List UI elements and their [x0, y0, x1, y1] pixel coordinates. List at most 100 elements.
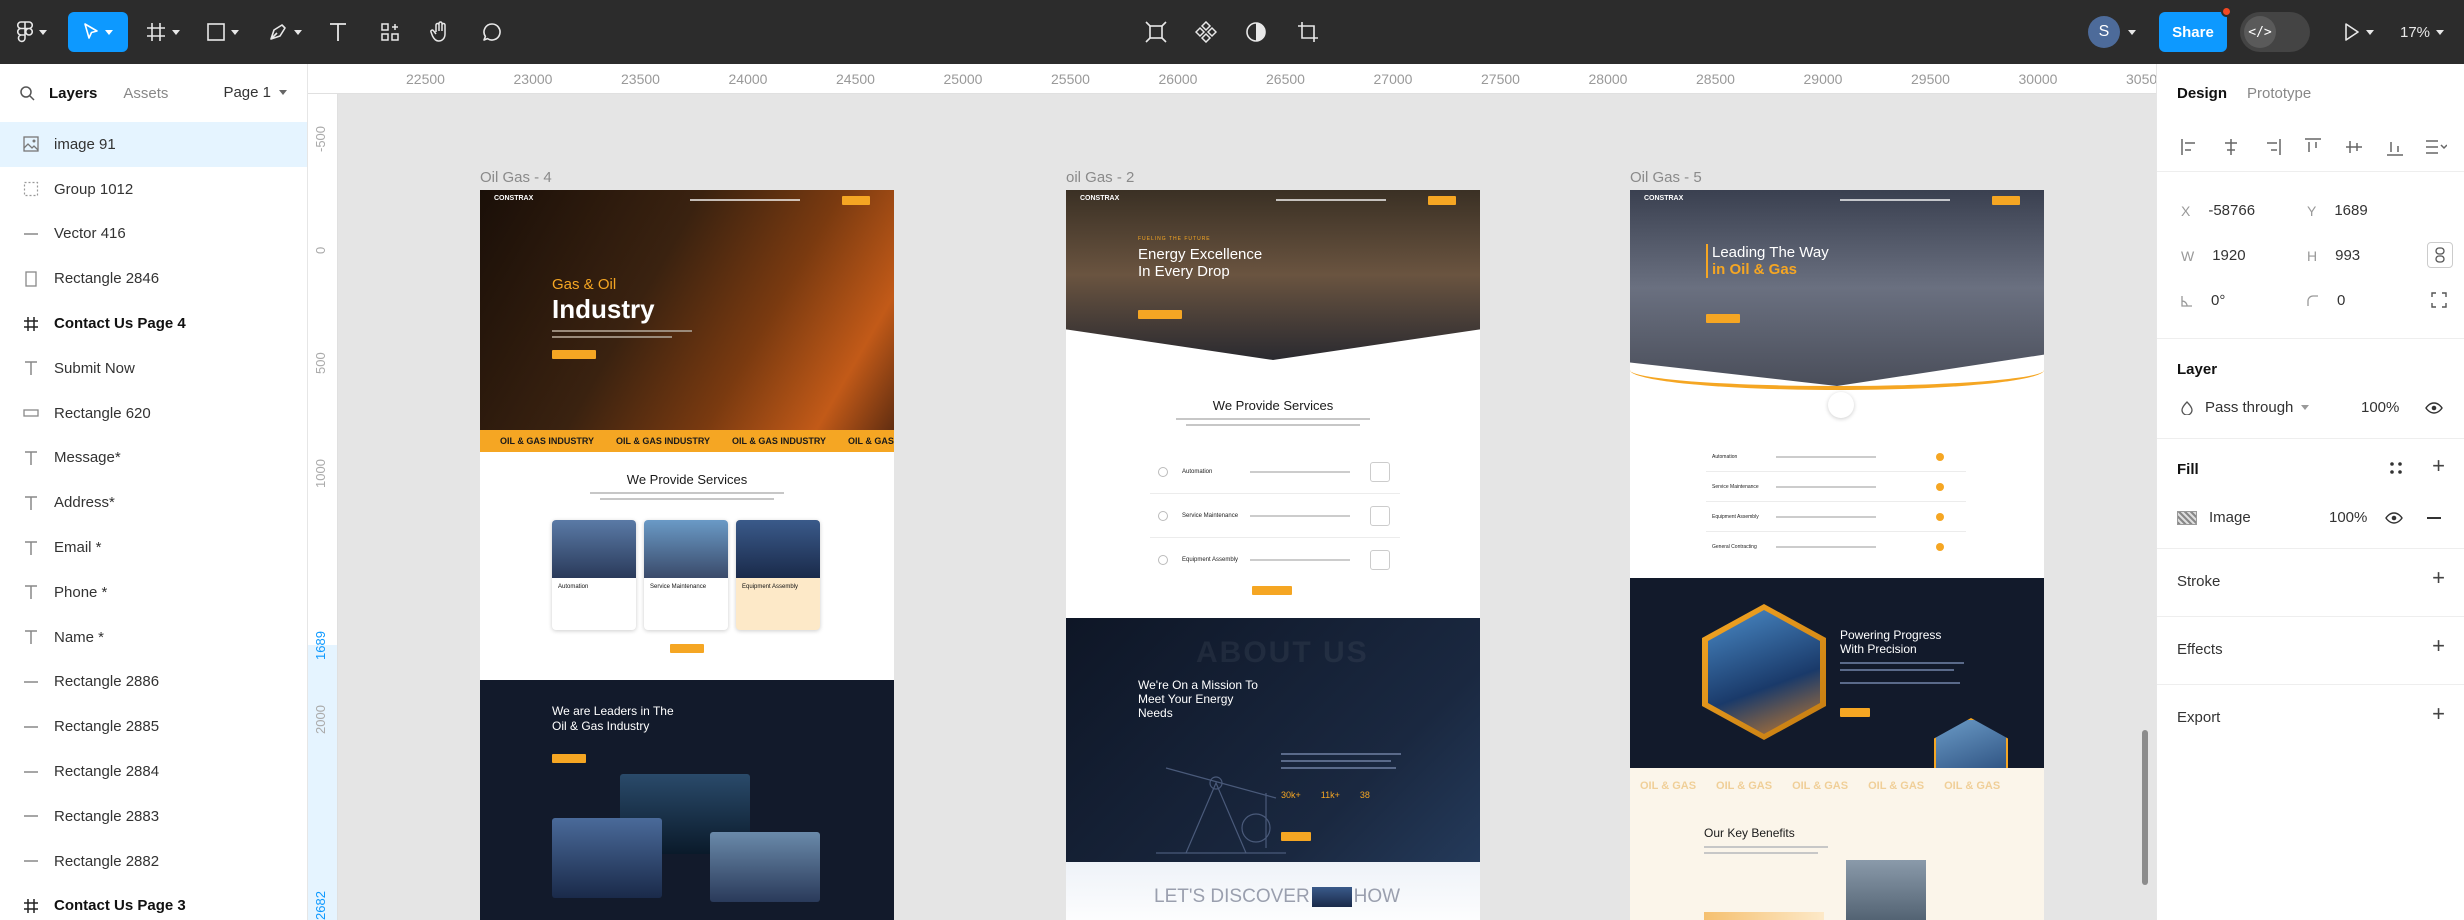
design-canvas[interactable]: Oil Gas - 4 CONSTRAX Gas & Oil Industry …	[338, 94, 2156, 920]
blend-mode-select[interactable]: Pass through	[2181, 399, 2310, 416]
frame-title-oil-gas-4[interactable]: Oil Gas - 4	[480, 169, 552, 186]
present-button[interactable]	[2334, 12, 2384, 52]
service-arrow-icon	[1936, 482, 1944, 491]
comment-tool-button[interactable]	[474, 12, 510, 52]
frame-title-oil-gas-2[interactable]: oil Gas - 2	[1066, 169, 1134, 186]
rotation-field[interactable]: 0°	[2181, 292, 2301, 309]
layer-item[interactable]: Rectangle 2886	[0, 660, 307, 705]
frame-title-oil-gas-5[interactable]: Oil Gas - 5	[1630, 169, 1702, 186]
user-avatar[interactable]: S	[2088, 16, 2120, 48]
crop-frame-button[interactable]	[1138, 12, 1174, 52]
tab-assets[interactable]: Assets	[123, 85, 168, 102]
layer-opacity[interactable]: 100%	[2361, 399, 2399, 416]
resources-button[interactable]	[372, 12, 408, 52]
service-text	[1776, 485, 1876, 488]
eye-icon[interactable]	[2425, 401, 2443, 419]
width-field[interactable]: W 1920	[2181, 247, 2301, 264]
layer-item[interactable]: Address*	[0, 480, 307, 525]
nav-links	[690, 199, 800, 201]
constrain-proportions-button[interactable]	[2427, 242, 2453, 268]
layer-item[interactable]: Message*	[0, 436, 307, 481]
layer-item[interactable]: Rectangle 2885	[0, 704, 307, 749]
chevron-down-icon	[231, 29, 239, 35]
service-bullet-icon	[1158, 466, 1168, 477]
pen-tool-button[interactable]	[262, 12, 308, 52]
styles-grid-icon[interactable]	[2389, 461, 2403, 480]
ruler-tick-label: 27000	[1373, 71, 1413, 87]
dev-mode-toggle[interactable]: </>	[2240, 12, 2310, 52]
align-right-icon[interactable]	[2259, 138, 2285, 155]
layer-item[interactable]: Rectangle 2883	[0, 794, 307, 839]
main-menu-button[interactable]	[10, 12, 54, 52]
chevron-down-icon	[105, 29, 113, 35]
service-row: Equipment Assembly	[1706, 502, 1966, 532]
add-export-icon[interactable]: +	[2432, 701, 2445, 727]
layer-item[interactable]: Group 1012	[0, 167, 307, 212]
nav-cta	[1428, 196, 1456, 205]
layer-item[interactable]: Rectangle 2884	[0, 749, 307, 794]
y-field[interactable]: Y 1689	[2307, 202, 2427, 219]
w-value: 1920	[2212, 247, 2246, 264]
add-stroke-icon[interactable]: +	[2432, 565, 2445, 591]
tab-design[interactable]: Design	[2177, 85, 2227, 102]
ruler-tick-label: 3050	[2126, 71, 2156, 87]
shape-tool-button[interactable]	[200, 12, 246, 52]
frame-tool-button[interactable]	[140, 12, 186, 52]
layer-item[interactable]: Rectangle 2882	[0, 839, 307, 884]
align-top-icon[interactable]	[2300, 137, 2326, 156]
hand-tool-button[interactable]	[422, 12, 458, 52]
layer-item[interactable]: Phone *	[0, 570, 307, 615]
text-tool-button[interactable]	[320, 12, 356, 52]
frame-oil-gas-2[interactable]: CONSTRAX FUELING THE FUTURE Energy Excel…	[1066, 190, 1480, 920]
layer-item[interactable]: Name *	[0, 615, 307, 660]
page-selector[interactable]: Page 1	[223, 84, 287, 101]
align-bottom-icon[interactable]	[2382, 138, 2408, 156]
discover-text: LET'S DISCOVER	[1154, 886, 1310, 907]
add-fill-icon[interactable]: +	[2432, 453, 2445, 479]
fill-row[interactable]: Image	[2177, 509, 2251, 526]
component-button[interactable]	[1188, 12, 1224, 52]
hero-cta	[552, 350, 596, 359]
search-icon[interactable]	[20, 85, 35, 101]
toolbar: S Share </> 17%	[0, 0, 2464, 64]
layer-item[interactable]: Contact Us Page 4	[0, 301, 307, 346]
share-button[interactable]: Share	[2159, 12, 2227, 52]
height-field[interactable]: H 993	[2307, 247, 2427, 264]
zoom-menu[interactable]: 17%	[2400, 12, 2445, 52]
fill-eye-icon[interactable]	[2385, 511, 2403, 529]
tab-layers[interactable]: Layers	[49, 85, 97, 102]
layer-item[interactable]: image 91	[0, 122, 307, 167]
stat-value: 30k+	[1281, 790, 1301, 800]
fill-opacity[interactable]: 100%	[2329, 509, 2367, 526]
layer-item[interactable]: Vector 416	[0, 212, 307, 257]
x-field[interactable]: X -58766	[2181, 202, 2301, 219]
ruler-tick-label: 500	[313, 352, 328, 374]
align-center-vertical-icon[interactable]	[2341, 138, 2367, 156]
canvas-scrollbar[interactable]	[2142, 730, 2148, 885]
move-tool-button[interactable]	[68, 12, 128, 52]
layer-item[interactable]: Rectangle 620	[0, 391, 307, 436]
tab-prototype[interactable]: Prototype	[2247, 85, 2311, 102]
crop-button[interactable]	[1290, 12, 1326, 52]
align-left-icon[interactable]	[2177, 138, 2203, 155]
rectangle-wide-icon	[22, 409, 40, 417]
layer-item[interactable]: Email *	[0, 525, 307, 570]
service-card: Automation	[552, 520, 636, 630]
align-center-horizontal-icon[interactable]	[2218, 138, 2244, 155]
text-icon	[22, 540, 40, 556]
layer-item[interactable]: Rectangle 2846	[0, 256, 307, 301]
independent-corners-icon[interactable]	[2431, 292, 2447, 313]
distribute-icon[interactable]	[2423, 139, 2449, 155]
layer-item[interactable]: Contact Us Page 3	[0, 884, 307, 920]
frame-oil-gas-5[interactable]: CONSTRAX Leading The Way in Oil & Gas Au…	[1630, 190, 2044, 920]
mask-button[interactable]	[1238, 12, 1274, 52]
avatar-menu-button[interactable]	[2124, 12, 2140, 52]
layer-item[interactable]: Submit Now	[0, 346, 307, 391]
remove-fill-icon[interactable]	[2427, 517, 2441, 519]
layer-name: Rectangle 2882	[54, 852, 160, 870]
effects-section: Effects +	[2157, 616, 2464, 684]
add-effect-icon[interactable]: +	[2432, 633, 2445, 659]
brand-logo: CONSTRAX	[1644, 195, 1684, 202]
frame-oil-gas-4[interactable]: CONSTRAX Gas & Oil Industry OIL & GAS IN…	[480, 190, 894, 920]
corner-radius-field[interactable]: 0	[2307, 292, 2427, 309]
